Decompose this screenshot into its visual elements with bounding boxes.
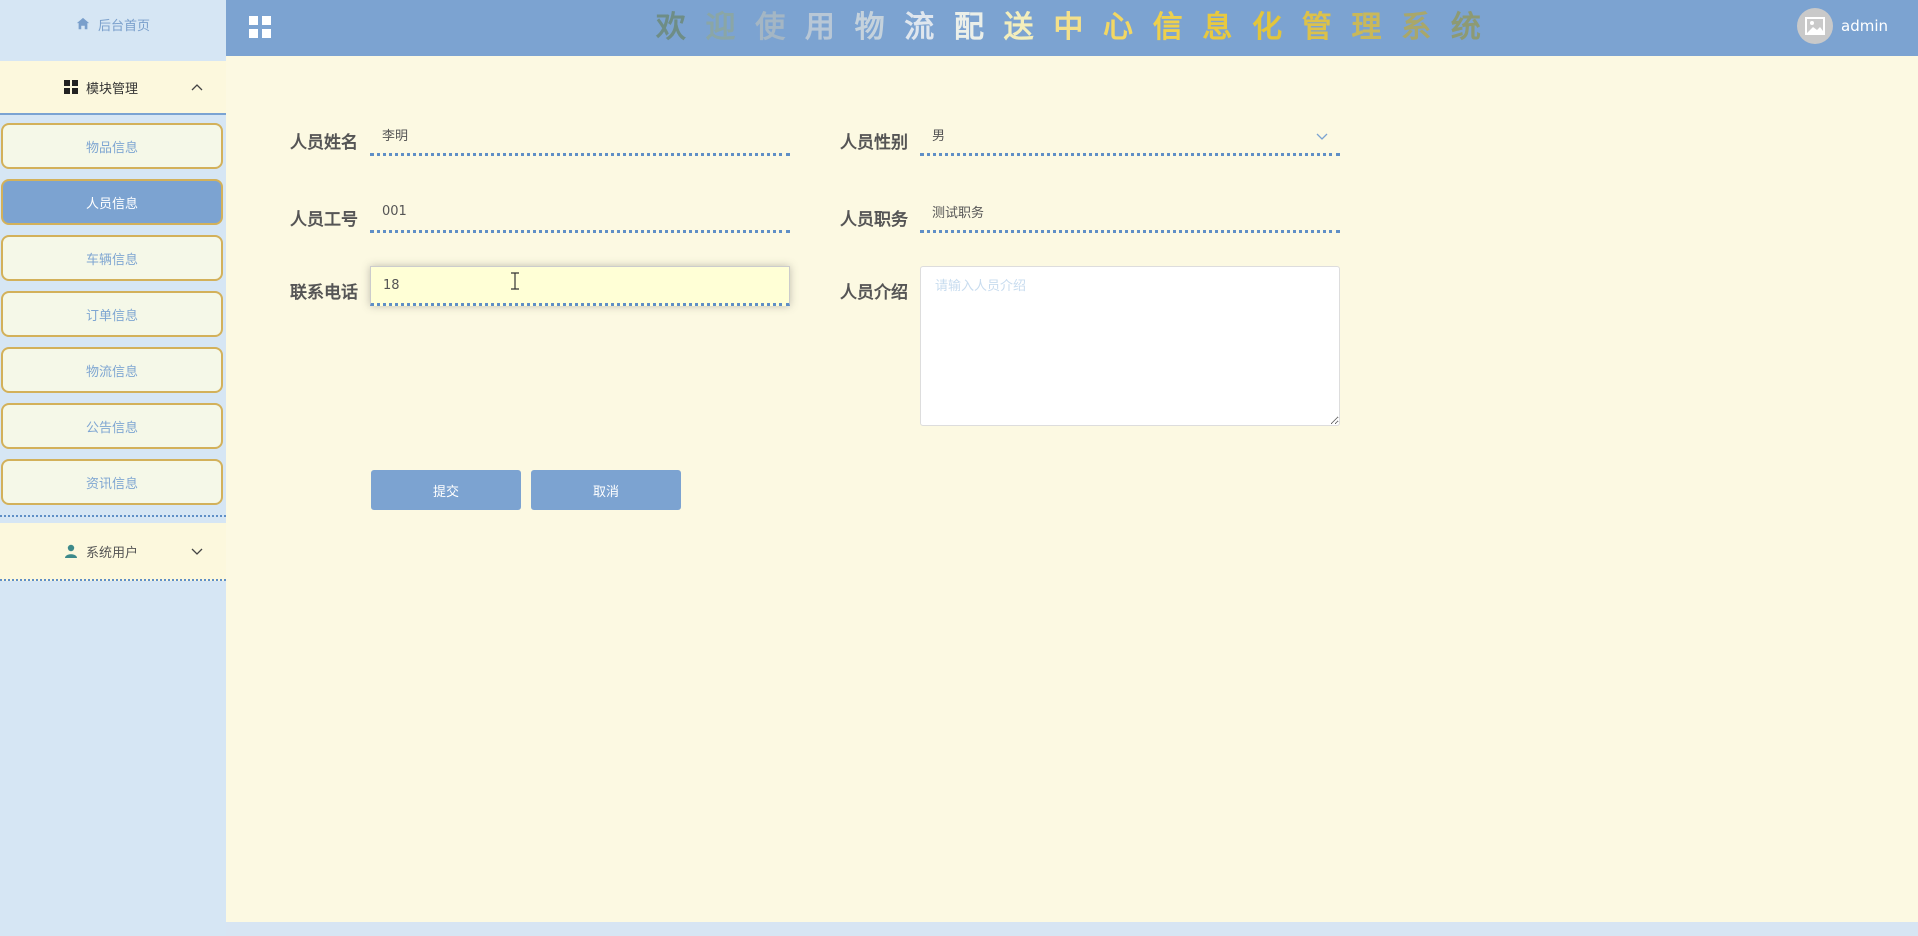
title-char: 管 xyxy=(1301,10,1332,45)
employee-id-input[interactable] xyxy=(370,193,790,233)
gender-label: 人员性别 xyxy=(840,133,908,153)
page-title: 欢迎使用物流配送中心信息化管理系统 xyxy=(646,6,1491,50)
sidebar-item-goods[interactable]: 物品信息 xyxy=(1,123,223,169)
system-users-toggle[interactable]: 系统用户 xyxy=(0,523,226,581)
intro-textarea[interactable] xyxy=(920,266,1340,426)
username: admin xyxy=(1841,17,1888,35)
title-char: 息 xyxy=(1202,10,1233,45)
gender-select[interactable]: 男 xyxy=(920,116,1340,156)
name-row: 人员姓名 xyxy=(278,116,790,156)
title-char: 使 xyxy=(755,10,786,45)
title-char: 送 xyxy=(1003,10,1034,45)
phone-row: 联系电话 xyxy=(278,266,790,306)
chevron-down-icon xyxy=(191,548,203,555)
duty-input[interactable] xyxy=(920,193,1340,233)
menu-item-label: 资讯信息 xyxy=(85,476,138,492)
title-char: 化 xyxy=(1252,10,1283,45)
title-char: 心 xyxy=(1103,10,1134,45)
chevron-up-icon xyxy=(191,84,203,91)
submit-button[interactable]: 提交 xyxy=(371,470,521,510)
bottom-strip xyxy=(226,922,1918,936)
text-cursor-icon xyxy=(511,272,519,290)
sidebar-item-order[interactable]: 订单信息 xyxy=(1,291,223,337)
title-char: 信 xyxy=(1152,10,1183,45)
sidebar-item-personnel[interactable]: 人员信息 xyxy=(1,179,223,225)
phone-input[interactable] xyxy=(370,266,790,306)
sidebar-item-notice[interactable]: 公告信息 xyxy=(1,403,223,449)
menu-item-label: 订单信息 xyxy=(85,308,138,324)
sidebar-item-vehicle[interactable]: 车辆信息 xyxy=(1,235,223,281)
gender-row: 人员性别 男 xyxy=(828,116,1340,156)
menu-item-label: 物品信息 xyxy=(85,140,138,156)
intro-row: 人员介绍 xyxy=(828,266,1340,426)
top-header: 欢迎使用物流配送中心信息化管理系统 admin xyxy=(226,0,1918,56)
sidebar: 后台首页 模块管理 物品信息 人员信息 车辆信息 订单信息 物流信息 公告信息 … xyxy=(0,0,226,936)
title-char: 物 xyxy=(854,10,885,45)
menu-item-label: 车辆信息 xyxy=(85,252,138,268)
sidebar-item-home[interactable]: 后台首页 xyxy=(0,0,226,48)
intro-label: 人员介绍 xyxy=(840,283,908,303)
title-char: 迎 xyxy=(705,10,736,45)
id-row: 人员工号 xyxy=(278,193,790,233)
duty-row: 人员职务 xyxy=(828,193,1340,233)
menu-grid-icon[interactable] xyxy=(248,15,272,39)
name-label: 人员姓名 xyxy=(290,133,358,153)
title-char: 系 xyxy=(1401,10,1432,45)
sidebar-item-logistics[interactable]: 物流信息 xyxy=(1,347,223,393)
name-input[interactable] xyxy=(370,116,790,156)
title-char: 配 xyxy=(953,10,984,45)
user-icon xyxy=(65,544,77,558)
home-icon xyxy=(76,17,90,30)
duty-label: 人员职务 xyxy=(840,210,908,230)
phone-label: 联系电话 xyxy=(290,283,358,303)
title-char: 欢 xyxy=(655,10,686,45)
title-char: 用 xyxy=(804,10,835,45)
id-label: 人员工号 xyxy=(290,210,358,230)
chevron-down-icon xyxy=(1316,133,1328,140)
module-management-label: 模块管理 xyxy=(86,81,139,97)
menu-item-label: 物流信息 xyxy=(85,364,138,380)
title-char: 统 xyxy=(1450,10,1481,45)
avatar xyxy=(1797,8,1833,44)
sidebar-item-news[interactable]: 资讯信息 xyxy=(1,459,223,505)
system-users-label: 系统用户 xyxy=(86,545,139,561)
sidebar-divider xyxy=(0,515,226,517)
title-char: 理 xyxy=(1351,10,1382,45)
user-menu[interactable]: admin xyxy=(1797,8,1888,44)
main-content: 人员姓名 人员性别 男 人员工号 人员职务 联系电话 人员介绍 提交 取消 xyxy=(226,56,1918,922)
sidebar-item-home-label: 后台首页 xyxy=(97,18,150,34)
gender-value: 男 xyxy=(932,129,946,144)
menu-item-label: 公告信息 xyxy=(85,420,138,436)
module-management-toggle[interactable]: 模块管理 xyxy=(0,61,226,115)
grid-icon xyxy=(64,80,78,94)
module-menu-list: 物品信息 人员信息 车辆信息 订单信息 物流信息 公告信息 资讯信息 xyxy=(0,115,226,505)
menu-item-label: 人员信息 xyxy=(85,196,138,212)
title-char: 流 xyxy=(904,10,935,45)
image-icon xyxy=(1805,17,1825,35)
title-char: 中 xyxy=(1053,10,1084,45)
cancel-button[interactable]: 取消 xyxy=(531,470,681,510)
